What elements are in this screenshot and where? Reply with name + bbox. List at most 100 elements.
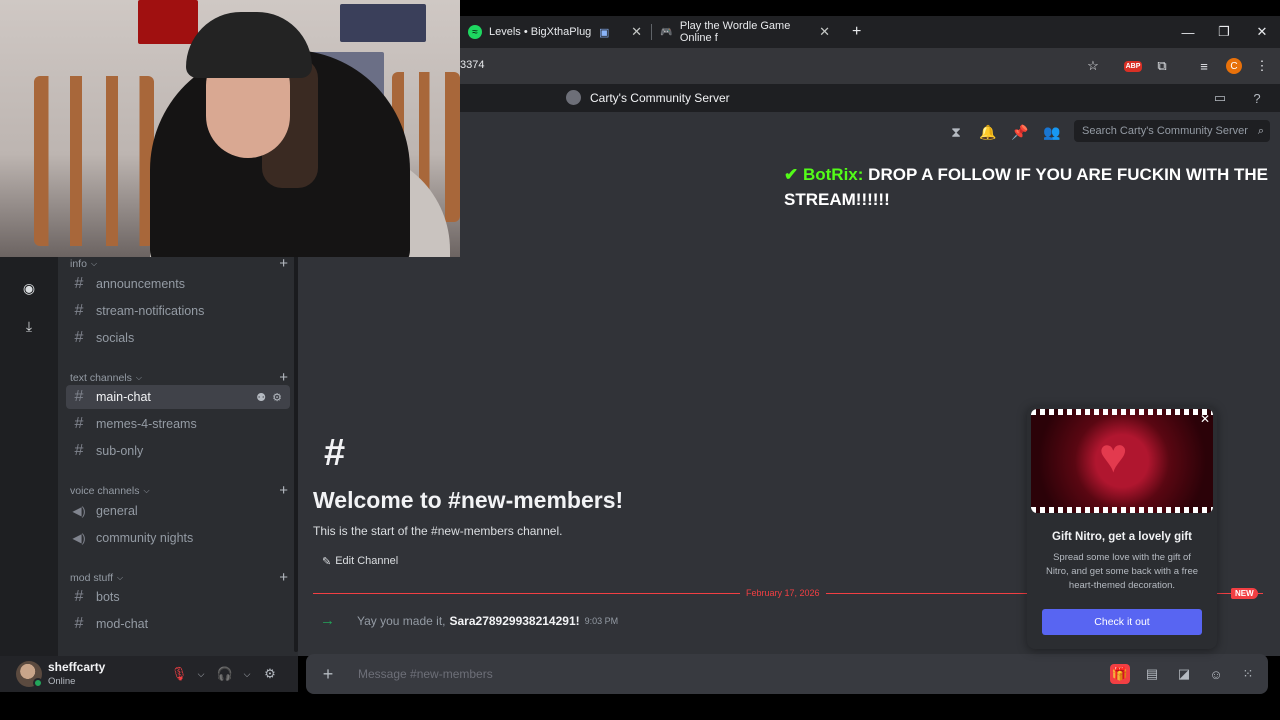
online-status-dot [33,678,43,688]
restore-button[interactable]: ❐ [1206,16,1242,48]
adblock-icon[interactable]: ABP [1123,56,1143,76]
message-input[interactable]: Message #new-members [358,667,493,681]
game-controller-icon: 🎮 [660,26,673,38]
server-name: Carty's Community Server [590,90,730,105]
user-settings-gear-icon[interactable]: ⚙ [259,664,281,684]
channel-stream-notifications[interactable]: # stream-notifications [66,299,290,323]
search-placeholder: Search Carty's Community Server [1082,125,1248,137]
close-tab-icon[interactable]: ✕ [819,24,830,40]
extensions-icon[interactable]: ⧉ [1152,56,1172,76]
close-tab-icon[interactable]: ✕ [631,24,642,40]
channel-sub-only[interactable]: # sub-only [66,439,290,463]
verified-badge-icon: ✔ [784,165,799,184]
edit-channel-label: Edit Channel [335,555,399,567]
headphones-icon[interactable]: 🎧 [214,664,236,684]
channel-announcements[interactable]: # announcements [66,272,290,296]
search-input[interactable]: Search Carty's Community Server ⌕ [1074,120,1270,142]
add-channel-icon[interactable]: + [279,369,288,386]
minimize-button[interactable]: — [1170,16,1206,48]
channel-label: bots [96,590,120,604]
add-channel-icon[interactable]: + [279,255,288,272]
channel-label: general [96,504,138,518]
tab-wordle[interactable]: 🎮 Play the Wordle Game Online f ✕ [652,16,838,48]
emoji-icon[interactable]: ☺ [1206,664,1226,684]
invite-icon[interactable]: ⚉ [256,391,266,404]
discover-compass-icon[interactable]: ◉ [16,275,42,301]
chevron-down-icon[interactable]: ⌵ [236,664,258,684]
voice-channel-general[interactable]: ◀) general [66,499,290,523]
wooden-chair [34,76,154,246]
notification-bell-icon[interactable]: 🔔 [978,122,998,142]
add-channel-icon[interactable]: + [279,569,288,586]
download-icon[interactable]: ⤓ [16,313,42,339]
hash-icon: # [74,388,84,405]
channel-label: announcements [96,277,185,291]
hash-icon: # [74,302,84,319]
welcome-subtitle: This is the start of the #new-members ch… [313,524,563,538]
picture-in-picture-icon[interactable]: ▣ [599,26,609,39]
divider-date: February 17, 2026 [740,588,826,598]
tab-spotify[interactable]: ≈ Levels • BigXthaPlug ▣ ✕ [460,16,650,48]
threads-icon[interactable]: ⧗ [946,122,966,142]
nitro-gift-popup: ♥ ✕ Gift Nitro, get a lovely gift Spread… [1027,406,1217,649]
media-control-icon[interactable]: ≡ [1194,56,1214,76]
mute-microphone-icon[interactable]: 🎙 [168,664,190,684]
check-it-out-button[interactable]: Check it out [1042,609,1202,635]
browser-menu-icon[interactable]: ⋮ [1252,56,1272,76]
bookmark-star-icon[interactable]: ☆ [1083,56,1103,76]
category-label: mod stuff [70,571,113,584]
speaker-icon: ◀) [72,504,86,518]
channel-bots[interactable]: # bots [66,585,290,609]
member-list-icon[interactable]: 👥 [1042,122,1062,142]
username[interactable]: sheffcarty [48,660,105,674]
speaker-icon: ◀) [72,531,86,545]
voice-channel-community-nights[interactable]: ◀) community nights [66,526,290,550]
channel-label: mod-chat [96,617,149,631]
add-channel-icon[interactable]: + [279,482,288,499]
category-label: info [70,257,87,270]
category-info[interactable]: info ⌵ + [70,255,288,272]
channel-hash-icon: # [324,432,346,474]
profile-avatar[interactable]: C [1224,56,1244,76]
apps-icon[interactable]: ⁙ [1238,664,1258,684]
channel-memes-4-streams[interactable]: # memes-4-streams [66,412,290,436]
welcome-title: Welcome to #new-members! [313,487,624,513]
address-bar[interactable]: 3374 [460,59,484,71]
channel-mod-chat[interactable]: # mod-chat [66,612,290,636]
pinned-messages-icon[interactable]: 📌 [1010,122,1030,142]
close-window-button[interactable]: ✕ [1244,16,1280,48]
category-mod-stuff[interactable]: mod stuff ⌵ + [70,569,288,586]
heart-gift-illustration: ♥ [1031,409,1213,513]
join-arrow-icon: → [320,612,335,629]
channel-main-chat[interactable]: # main-chat ⚉ ⚙ [66,385,290,409]
gift-icon[interactable]: 🎁 [1110,664,1130,684]
hash-icon: # [74,275,84,292]
gif-icon[interactable]: ▤ [1142,664,1162,684]
sticker-icon[interactable]: ◪ [1174,664,1194,684]
channel-socials[interactable]: # socials [66,326,290,350]
help-icon[interactable]: ? [1248,89,1266,107]
user-panel: sheffcarty Online 🎙 ⌵ 🎧 ⌵ ⚙ [0,656,298,692]
chevron-down-icon[interactable]: ⌵ [190,664,212,684]
close-icon[interactable]: ✕ [1200,412,1210,426]
category-voice-channels[interactable]: voice channels ⌵ + [70,482,288,499]
chevron-down-icon: ⌵ [135,372,142,382]
edit-channel-button[interactable]: ✎ Edit Channel [313,550,407,572]
category-label: text channels [70,371,132,384]
attach-plus-icon[interactable]: + [318,664,338,684]
channel-label: main-chat [96,390,151,404]
category-text-channels[interactable]: text channels ⌵ + [70,369,288,386]
gear-icon[interactable]: ⚙ [272,391,282,404]
hash-icon: # [74,329,84,346]
nitro-title: Gift Nitro, get a lovely gift [1052,531,1192,543]
inbox-icon[interactable]: ▭ [1211,89,1229,107]
user-status: Online [48,676,76,687]
wall-poster [340,4,426,42]
channel-label: community nights [96,531,194,545]
chevron-down-icon: ⌵ [143,485,150,495]
joined-username[interactable]: Sara278929938214291! [450,614,580,628]
hash-icon: # [74,615,84,632]
tab-title: Levels • BigXthaPlug [489,26,592,38]
category-label: voice channels [70,484,140,497]
new-tab-button[interactable]: + [844,16,864,48]
